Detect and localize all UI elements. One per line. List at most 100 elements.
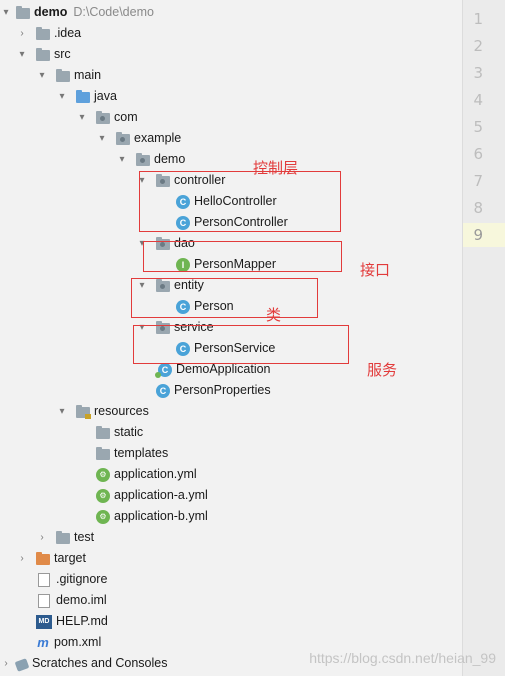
tree-node-templates[interactable]: templates (96, 443, 168, 464)
maven-icon: m (37, 634, 49, 650)
excluded-folder-icon (36, 551, 50, 565)
line-number: 3 (473, 64, 483, 82)
folder-icon (96, 425, 110, 439)
node-label: HELP.md (56, 614, 108, 628)
folder-icon (56, 530, 70, 544)
line-number: 8 (473, 199, 483, 217)
line-number: 2 (473, 37, 483, 55)
annotation-service: 服务 (367, 361, 398, 379)
annotation-controller-layer: 控制层 (253, 159, 299, 177)
tree-node-demo-iml[interactable]: demo.iml (36, 590, 107, 611)
tree-node-main[interactable]: main (56, 65, 101, 86)
node-label: com (114, 110, 138, 124)
line-number: 6 (473, 145, 483, 163)
tree-node-help-md[interactable]: MD HELP.md (36, 611, 108, 632)
node-label: Scratches and Consoles (32, 656, 168, 670)
file-icon (38, 572, 50, 587)
package-icon (136, 152, 150, 166)
tree-node-example[interactable]: example (116, 128, 181, 149)
project-path: D:\Code\demo (73, 5, 154, 19)
annotation-box-controller (139, 171, 341, 232)
line-number: 1 (473, 10, 483, 28)
class-icon: C (156, 383, 170, 398)
tree-node-application-b-yml[interactable]: ⚙ application-b.yml (96, 506, 208, 527)
tree-node-pom-xml[interactable]: m pom.xml (36, 632, 101, 653)
collapse-arrow[interactable]: ▾ (17, 44, 27, 65)
node-label: .gitignore (56, 572, 108, 586)
annotation-interface: 接口 (360, 261, 391, 279)
project-tree: ▾ demo D:\Code\demo › .idea ▾ src ▾ main… (0, 0, 462, 676)
node-label: demo (154, 152, 186, 166)
tree-node-idea[interactable]: .idea (36, 23, 81, 44)
node-label: static (114, 425, 144, 439)
collapse-arrow[interactable]: ▾ (97, 128, 107, 149)
tree-node-src[interactable]: src (36, 44, 71, 65)
tree-node-static[interactable]: static (96, 422, 143, 443)
node-label: application-b.yml (114, 509, 208, 523)
resources-folder-icon (76, 404, 91, 419)
folder-icon (36, 47, 50, 61)
annotation-box-service (133, 325, 349, 364)
line-number: 9 (473, 226, 483, 244)
node-label: resources (94, 404, 149, 418)
expand-arrow[interactable]: › (37, 527, 47, 548)
collapse-arrow[interactable]: ▾ (57, 86, 67, 107)
source-folder-icon (76, 89, 90, 103)
line-number: 5 (473, 118, 483, 136)
collapse-arrow[interactable]: ▾ (117, 149, 127, 170)
watermark: https://blog.csdn.net/heian_99 (309, 650, 496, 666)
collapse-arrow[interactable]: ▾ (57, 401, 67, 422)
expand-arrow[interactable]: › (17, 23, 27, 44)
node-label: target (54, 551, 86, 565)
node-label: pom.xml (54, 635, 102, 649)
spring-boot-class-icon: C (155, 362, 172, 378)
folder-icon (36, 26, 50, 40)
collapse-arrow[interactable]: ▾ (37, 65, 47, 86)
line-number: 4 (473, 91, 483, 109)
node-label: templates (114, 446, 169, 460)
tree-node-person-properties[interactable]: C PersonProperties (156, 380, 271, 401)
collapse-arrow[interactable]: ▾ (77, 107, 87, 128)
tree-node-java[interactable]: java (76, 86, 117, 107)
spring-config-icon: ⚙ (96, 488, 110, 503)
project-name: demo (34, 5, 68, 19)
node-label: java (94, 89, 117, 103)
annotation-box-entity (131, 278, 318, 318)
annotation-class: 类 (266, 306, 282, 324)
package-icon (116, 131, 130, 145)
collapse-arrow[interactable]: ▾ (1, 2, 11, 23)
tree-node-resources[interactable]: resources (76, 401, 149, 422)
node-label: test (74, 530, 95, 544)
package-icon (96, 110, 110, 124)
tree-node-test[interactable]: test (56, 527, 94, 548)
spring-config-icon: ⚙ (96, 467, 110, 482)
module-file-icon (38, 593, 50, 608)
project-folder-icon (16, 5, 30, 19)
node-label: src (54, 47, 71, 61)
node-label: main (74, 68, 102, 82)
folder-icon (96, 446, 110, 460)
spring-config-icon: ⚙ (96, 509, 110, 524)
node-label: PersonProperties (174, 383, 271, 397)
tree-node-application-yml[interactable]: ⚙ application.yml (96, 464, 197, 485)
tree-node-com[interactable]: com (96, 107, 138, 128)
tree-node-application-a-yml[interactable]: ⚙ application-a.yml (96, 485, 208, 506)
node-label: demo.iml (56, 593, 107, 607)
editor-gutter: 1 2 3 4 5 6 7 8 9 (462, 0, 505, 676)
folder-icon (56, 68, 70, 82)
expand-arrow[interactable]: › (1, 653, 11, 674)
tree-node-target[interactable]: target (36, 548, 86, 569)
scratches-icon (14, 657, 30, 672)
tree-node-demo-package[interactable]: demo (136, 149, 185, 170)
node-label: .idea (54, 26, 82, 40)
tree-node-scratches[interactable]: Scratches and Consoles (14, 653, 168, 674)
tree-node-gitignore[interactable]: .gitignore (36, 569, 107, 590)
markdown-icon: MD (36, 614, 52, 629)
line-number: 7 (473, 172, 483, 190)
node-label: example (134, 131, 182, 145)
node-label: application-a.yml (114, 488, 208, 502)
expand-arrow[interactable]: › (17, 548, 27, 569)
tree-node-project-root[interactable]: demo D:\Code\demo (16, 2, 154, 23)
node-label: application.yml (114, 467, 197, 481)
annotation-box-dao (143, 241, 342, 272)
